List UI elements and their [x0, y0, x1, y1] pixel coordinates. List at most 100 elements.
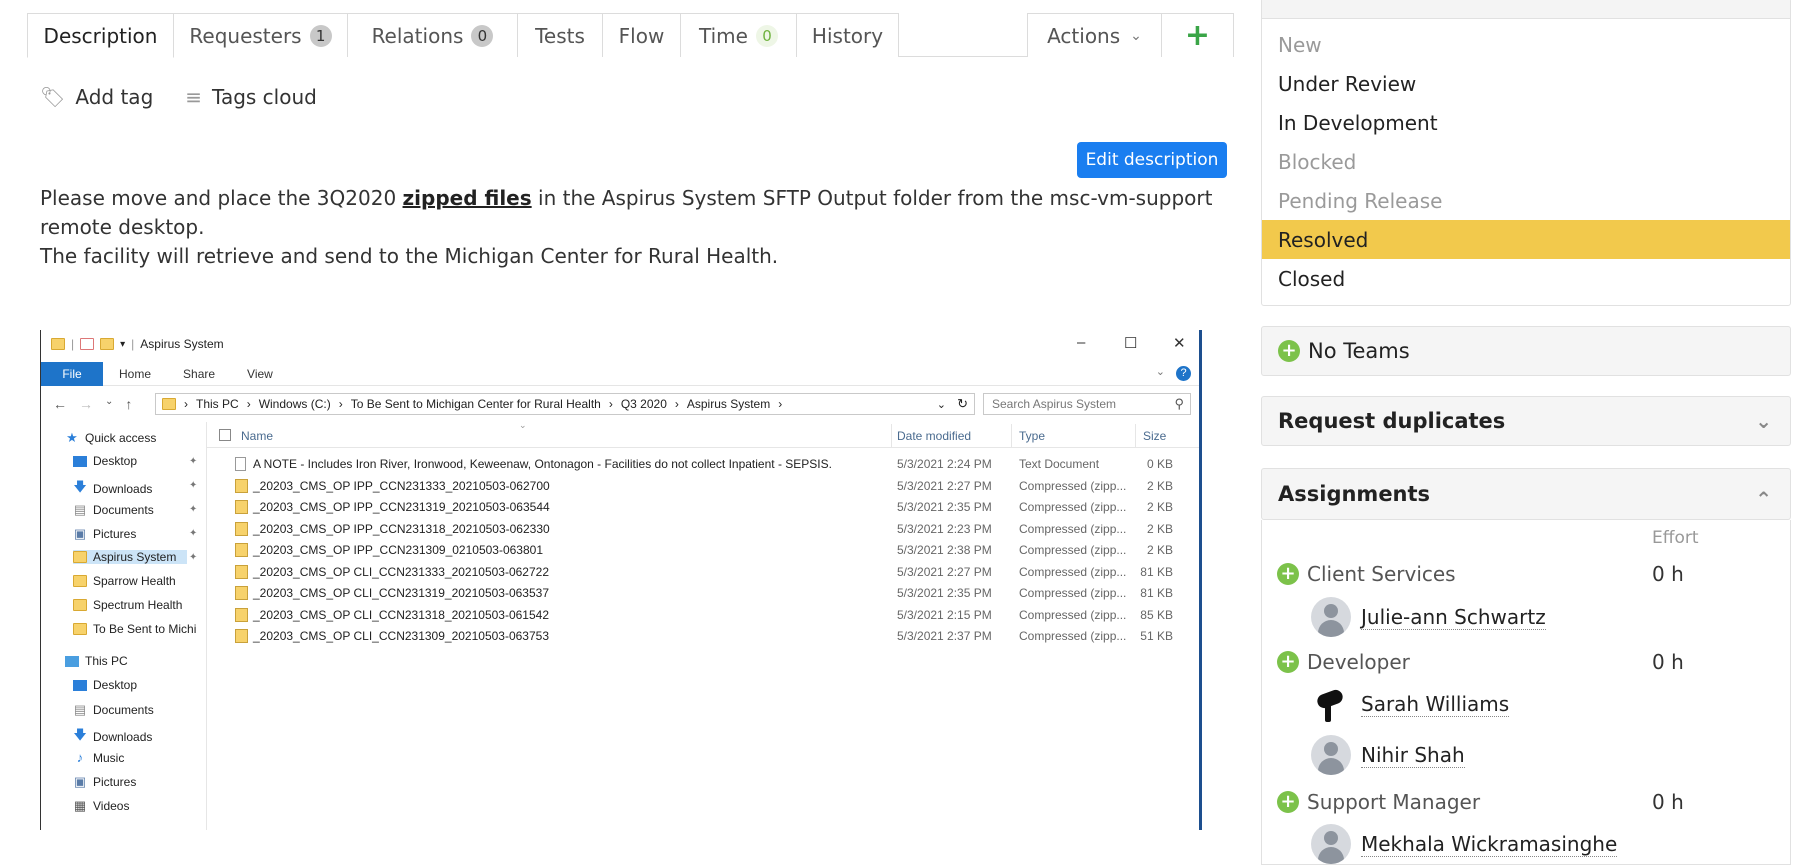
- zip-file-icon: [235, 586, 248, 600]
- sidebar-aspirus-system: Aspirus System: [73, 550, 187, 564]
- sidebar-pictures: ▣ Pictures: [73, 526, 137, 541]
- chevron-down-icon: ⌄: [1130, 27, 1142, 44]
- assignee-julie-ann-schwartz[interactable]: Julie-ann Schwartz: [1311, 597, 1546, 637]
- file-size: 81 KB: [1140, 586, 1173, 600]
- status-in-development[interactable]: In Development: [1262, 103, 1790, 142]
- role-support-manager: + Support Manager: [1277, 790, 1480, 814]
- status-new[interactable]: New: [1262, 25, 1790, 64]
- tag-row: 🏷︎ Add tag ≡ Tags cloud: [40, 82, 349, 112]
- file-list-header: Name ⌄ Date modified Type Size: [207, 420, 1199, 448]
- status-blocked[interactable]: Blocked: [1262, 142, 1790, 181]
- tab-time[interactable]: Time 0: [680, 13, 797, 57]
- status-under-review[interactable]: Under Review: [1262, 64, 1790, 103]
- file-type: Compressed (zipp...: [1019, 521, 1127, 536]
- chevron-down-icon: ⌄: [1755, 409, 1772, 433]
- tab-flow[interactable]: Flow: [602, 13, 681, 57]
- file-date: 5/3/2021 2:38 PM: [897, 543, 992, 557]
- download-icon: 🡇: [73, 727, 87, 742]
- pictures-icon: ▣: [73, 526, 87, 541]
- tab-bar: Description Requesters 1 Relations 0 Tests…: [27, 13, 1234, 58]
- edit-description-button[interactable]: Edit description: [1077, 142, 1227, 178]
- address-path: › This PC › Windows (C:) › To Be Sent to M…: [155, 393, 975, 415]
- file-type: Text Document: [1019, 457, 1100, 471]
- ribbon-file: File: [41, 361, 103, 386]
- avatar: [1311, 735, 1351, 775]
- time-count-badge: 0: [755, 24, 778, 47]
- music-icon: ♪: [76, 750, 84, 765]
- sidebar-downloads-2: 🡇 Downloads: [73, 726, 152, 748]
- assignments-panel[interactable]: Assignments ⌃: [1261, 468, 1791, 520]
- actions-dropdown[interactable]: Actions ⌄: [1027, 13, 1162, 57]
- file-type: Compressed (zipp...: [1019, 564, 1127, 579]
- up-arrow-icon: ↑: [125, 396, 133, 412]
- file-size: 0 KB: [1146, 457, 1173, 471]
- select-all-checkbox: [219, 429, 231, 441]
- file-date: 5/3/2021 2:23 PM: [897, 521, 992, 536]
- folder-icon: [73, 551, 87, 563]
- sidebar-music: ♪ Music: [73, 750, 125, 765]
- add-button[interactable]: +: [1161, 13, 1234, 57]
- chevron-down-icon: ⌄: [1155, 366, 1165, 378]
- add-team-icon[interactable]: +: [1278, 340, 1300, 362]
- file-row: _20203_CMS_OP CLI_CCN231333_20210503-062…: [207, 562, 1199, 583]
- add-assignee-icon[interactable]: +: [1277, 563, 1299, 585]
- document-icon: ▤: [73, 502, 87, 517]
- zip-file-icon: [235, 543, 248, 557]
- zip-file-icon: [235, 500, 248, 514]
- requesters-count-badge: 1: [309, 24, 332, 47]
- desktop-icon: [73, 679, 87, 691]
- help-icon: ?: [1176, 366, 1191, 381]
- file-size: 81 KB: [1140, 564, 1173, 579]
- explorer-search: Search Aspirus System ⚲: [983, 393, 1191, 415]
- folder-icon: [73, 623, 87, 635]
- file-size: 85 KB: [1140, 607, 1173, 622]
- file-type: Compressed (zipp...: [1019, 543, 1127, 557]
- computer-icon: [65, 655, 79, 667]
- teams-panel[interactable]: + No Teams: [1261, 326, 1791, 376]
- desktop-icon: [73, 455, 87, 467]
- relations-count-badge: 0: [471, 24, 494, 47]
- add-tag-button[interactable]: 🏷︎ Add tag: [40, 85, 153, 109]
- tab-requesters[interactable]: Requesters 1: [173, 13, 348, 57]
- status-closed[interactable]: Closed: [1262, 259, 1790, 298]
- file-type: Compressed (zipp...: [1019, 586, 1127, 600]
- folder-icon: [100, 338, 115, 350]
- status-pending-release[interactable]: Pending Release: [1262, 181, 1790, 220]
- file-date: 5/3/2021 2:35 PM: [897, 500, 992, 514]
- pin-icon: ✦: [189, 480, 198, 491]
- file-type: Compressed (zipp...: [1019, 629, 1127, 643]
- file-date: 5/3/2021 2:37 PM: [897, 629, 992, 643]
- zip-file-icon: [235, 521, 248, 536]
- add-assignee-icon[interactable]: +: [1277, 791, 1299, 813]
- back-arrow-icon: ←: [53, 396, 67, 412]
- sort-indicator-icon: ⌄: [519, 420, 527, 430]
- tag-icon: 🏷︎: [40, 85, 66, 109]
- file-date: 5/3/2021 2:35 PM: [897, 586, 992, 600]
- role-client-services: + Client Services: [1277, 562, 1456, 586]
- request-duplicates-panel[interactable]: Request duplicates ⌄: [1261, 396, 1791, 446]
- tab-relations[interactable]: Relations 0: [347, 13, 518, 57]
- zip-file-icon: [235, 478, 248, 493]
- sidebar-downloads: 🡇 Downloads: [73, 478, 152, 500]
- explorer-screenshot: | ▾ | Aspirus System – ☐ ✕ File Home Sha…: [40, 330, 1202, 830]
- tags-cloud-button[interactable]: ≡ Tags cloud: [185, 85, 317, 109]
- tab-history[interactable]: History: [796, 13, 899, 57]
- pin-icon: ✦: [189, 504, 198, 515]
- zipped-files-link[interactable]: zipped files: [403, 186, 532, 210]
- ribbon-view: View: [247, 366, 273, 381]
- role-developer: + Developer: [1277, 650, 1410, 674]
- assignee-mekhala-wickramasinghe[interactable]: Mekhala Wickramasinghe: [1311, 824, 1618, 864]
- file-size: 2 KB: [1146, 521, 1173, 536]
- folder-icon: [73, 575, 87, 587]
- assignee-nihir-shah[interactable]: Nihir Shah: [1311, 735, 1465, 775]
- status-resolved[interactable]: Resolved: [1262, 220, 1790, 259]
- add-assignee-icon[interactable]: +: [1277, 651, 1299, 673]
- zip-file-icon: [235, 564, 248, 579]
- checkbox-icon: [80, 338, 95, 350]
- assignee-sarah-williams[interactable]: Sarah Williams: [1311, 684, 1510, 724]
- tab-tests[interactable]: Tests: [517, 13, 603, 57]
- file-row: _20203_CMS_OP IPP_CCN231333_20210503-062…: [207, 476, 1199, 497]
- tab-description[interactable]: Description: [27, 13, 174, 58]
- sidebar-spectrum-health: Spectrum Health: [73, 598, 182, 612]
- effort-client-services: 0 h: [1652, 562, 1684, 586]
